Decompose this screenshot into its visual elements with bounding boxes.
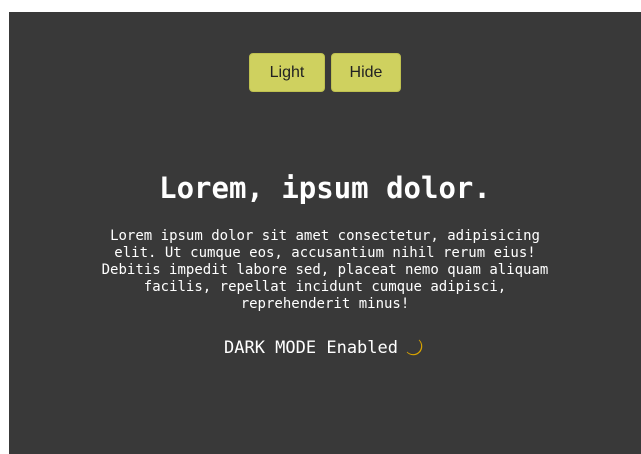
button-row: Light Hide [9, 53, 641, 92]
hide-button[interactable]: Hide [331, 53, 401, 92]
crescent-moon-icon [404, 337, 426, 359]
body-paragraph: Lorem ipsum dolor sit amet consectetur, … [101, 228, 549, 312]
dark-mode-container: Light Hide Lorem, ipsum dolor. Lorem ips… [9, 12, 641, 454]
status-text: DARK MODE Enabled [224, 338, 398, 358]
content-section: Lorem, ipsum dolor. Lorem ipsum dolor si… [9, 170, 641, 359]
dark-mode-status: DARK MODE Enabled [224, 337, 426, 359]
light-button[interactable]: Light [249, 53, 325, 92]
page-title: Lorem, ipsum dolor. [159, 171, 491, 205]
